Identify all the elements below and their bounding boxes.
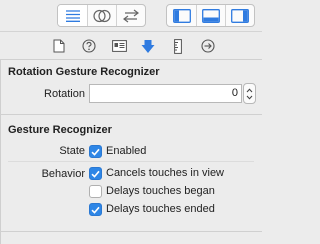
editor-mode-segmented-control (57, 4, 146, 27)
panel-left-border (0, 60, 1, 244)
rotation-input[interactable]: 0 (89, 84, 242, 103)
size-icon (174, 38, 182, 54)
section-divider (0, 231, 262, 232)
panel-toggle-segmented-control (166, 4, 255, 27)
chevron-down-icon (246, 95, 253, 100)
rotation-value: 0 (231, 87, 238, 99)
file-icon (53, 39, 65, 53)
state-label: State (59, 145, 85, 157)
version-editor-button[interactable] (116, 5, 145, 26)
attributes-inspector-tab[interactable] (140, 38, 156, 54)
attributes-icon (141, 39, 155, 53)
list-icon (65, 9, 80, 22)
quick-help-tab[interactable] (81, 38, 97, 54)
inspector-selector-bar (0, 33, 262, 60)
rotation-label: Rotation (44, 88, 85, 100)
venn-icon (93, 9, 111, 22)
row-divider (8, 161, 254, 162)
rotation-section-title: Rotation Gesture Recognizer (8, 66, 160, 78)
editor-toolbar (0, 0, 262, 32)
rotation-stepper[interactable] (243, 83, 256, 104)
checkmark-icon (91, 170, 100, 178)
behavior-label: Behavior (41, 168, 85, 180)
checkmark-icon (91, 206, 100, 214)
toggle-debug-area-button[interactable] (196, 5, 225, 26)
identity-icon (111, 40, 127, 52)
identity-inspector-tab[interactable] (111, 38, 127, 54)
chevron-up-icon (246, 87, 253, 92)
enabled-label: Enabled (106, 145, 147, 157)
cancels-touches-label: Cancels touches in view (106, 167, 225, 179)
delays-ended-checkbox[interactable] (89, 203, 102, 216)
bottom-panel-icon (202, 8, 220, 23)
enabled-checkbox[interactable] (89, 145, 102, 158)
delays-began-checkbox[interactable] (89, 185, 102, 198)
left-panel-icon (172, 8, 191, 23)
connections-icon (201, 39, 215, 53)
toggle-utilities-button[interactable] (225, 5, 254, 26)
section-divider (0, 114, 262, 115)
toggle-navigator-button[interactable] (167, 5, 196, 26)
arrows-swap-icon (123, 9, 139, 22)
standard-editor-button[interactable] (58, 5, 87, 26)
file-inspector-tab[interactable] (51, 38, 67, 54)
delays-ended-label: Delays touches ended (106, 203, 215, 215)
size-inspector-tab[interactable] (170, 38, 186, 54)
help-icon (82, 39, 96, 53)
assistant-editor-button[interactable] (87, 5, 116, 26)
right-panel-icon (231, 8, 249, 23)
delays-began-label: Delays touches began (106, 185, 215, 197)
connections-inspector-tab[interactable] (200, 38, 216, 54)
checkmark-icon (91, 148, 100, 156)
gesture-section-title: Gesture Recognizer (8, 124, 112, 136)
cancels-touches-checkbox[interactable] (89, 167, 102, 180)
